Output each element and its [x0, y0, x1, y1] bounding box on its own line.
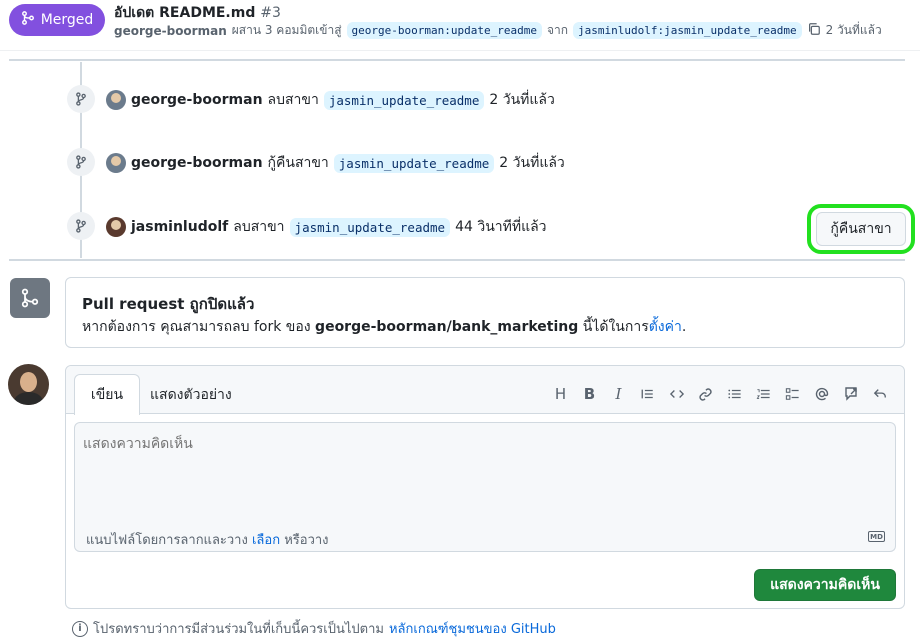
info-icon: i — [72, 620, 88, 637]
reply-icon[interactable] — [865, 382, 894, 406]
timeline-user[interactable]: jasminludolf — [131, 219, 228, 235]
timeline-time[interactable]: 2 วันที่แล้ว — [489, 89, 554, 111]
from-word: จาก — [546, 23, 569, 37]
avatar[interactable] — [106, 90, 126, 110]
closed-text: หากต้องการ คุณสามารถลบ fork ของ george-b… — [82, 316, 686, 338]
avatar[interactable] — [106, 153, 126, 173]
branch-icon — [67, 148, 95, 176]
merge-text: ผสาน 3 คอมมิตเข้าสู่ — [231, 23, 342, 37]
ordered-list-icon[interactable] — [749, 382, 778, 406]
task-list-icon[interactable] — [778, 382, 807, 406]
avatar[interactable] — [8, 364, 49, 405]
timeline-action: ลบสาขา — [267, 92, 319, 108]
timeline-branch: jasmin_update_readme — [323, 90, 485, 110]
cross-reference-icon[interactable] — [836, 382, 865, 406]
closed-title: Pull request ถูกปิดแล้ว — [82, 295, 255, 313]
unordered-list-icon[interactable] — [720, 382, 749, 406]
code-icon[interactable] — [662, 382, 691, 406]
submit-comment-button[interactable]: แสดงความคิดเห็น — [754, 569, 896, 601]
fork-repo-name: george-boorman/bank_marketing — [315, 319, 579, 335]
merged-badge: Merged — [9, 4, 105, 36]
closed-text-prefix: หากต้องการ คุณสามารถลบ fork ของ — [82, 319, 311, 335]
git-pull-request-closed-icon — [10, 278, 50, 318]
timeline-time[interactable]: 44 วินาทีที่แล้ว — [455, 216, 546, 238]
markdown-icon[interactable]: MD — [868, 531, 885, 542]
merged-badge-label: Merged — [40, 12, 94, 28]
timeline-user[interactable]: george-boorman — [131, 92, 263, 108]
closed-text-mid: นี้ได้ในการ — [582, 319, 649, 335]
pr-number: #3 — [260, 5, 281, 21]
mention-icon[interactable] — [807, 382, 836, 406]
section-divider — [9, 59, 905, 61]
tab-preview[interactable]: แสดงตัวอย่าง — [150, 374, 232, 415]
pr-meta: george-boorman ผสาน 3 คอมมิตเข้าสู่ geor… — [114, 21, 882, 40]
timeline-action: กู้คืนสาขา — [267, 155, 329, 171]
timeline-time[interactable]: 2 วันที่แล้ว — [499, 152, 564, 174]
timeline-item: jasminludolf ลบสาขา jasmin_update_readme… — [106, 216, 547, 238]
pr-time: 2 วันที่แล้ว — [825, 23, 882, 37]
timeline-branch: jasmin_update_readme — [333, 153, 495, 173]
tab-write[interactable]: เขียน — [74, 374, 140, 415]
markdown-toolbar: H B I — [546, 382, 894, 406]
heading-icon[interactable]: H — [546, 382, 575, 406]
attach-select-link[interactable]: เลือก — [252, 533, 280, 548]
merge-icon — [21, 11, 35, 29]
restore-branch-button[interactable]: กู้คืนสาขา — [816, 212, 906, 246]
head-branch[interactable]: jasminludolf:jasmin_update_readme — [573, 22, 802, 39]
footer-prefix: โปรดทราบว่าการมีส่วนร่วมในที่เก็บนี้ควรเ… — [93, 622, 384, 637]
section-divider — [9, 259, 905, 261]
branch-icon — [67, 85, 95, 113]
timeline-action: ลบสาขา — [233, 219, 285, 235]
base-branch[interactable]: george-boorman:update_readme — [346, 22, 542, 39]
comment-textarea[interactable] — [74, 422, 896, 522]
bold-icon[interactable]: B — [575, 382, 604, 406]
branch-icon — [67, 212, 95, 240]
attach-prefix: แนบไฟล์โดยการลากและวาง — [86, 533, 248, 548]
header-divider — [0, 50, 920, 51]
footer-note: i โปรดทราบว่าการมีส่วนร่วมในที่เก็บนี้คว… — [72, 618, 556, 638]
quote-icon[interactable] — [633, 382, 662, 406]
closed-text-end: . — [681, 319, 687, 335]
attach-suffix: หรือวาง — [284, 533, 329, 548]
pr-author-link[interactable]: george-boorman — [114, 24, 227, 38]
timeline-user[interactable]: george-boorman — [131, 155, 263, 171]
timeline-branch: jasmin_update_readme — [289, 217, 451, 237]
avatar[interactable] — [106, 217, 126, 237]
attach-text: แนบไฟล์โดยการลากและวาง เลือก หรือวาง — [86, 529, 329, 550]
settings-link[interactable]: ตั้งค่า — [649, 319, 682, 335]
community-guidelines-link[interactable]: หลักเกณฑ์ชุมชนของ GitHub — [389, 618, 556, 638]
timeline-item: george-boorman ลบสาขา jasmin_update_read… — [106, 89, 555, 111]
copy-icon[interactable] — [807, 22, 821, 39]
timeline-item: george-boorman กู้คืนสาขา jasmin_update_… — [106, 152, 565, 174]
pr-title-text: อัปเดต README.md — [114, 5, 256, 21]
link-icon[interactable] — [691, 382, 720, 406]
italic-icon[interactable]: I — [604, 382, 633, 406]
